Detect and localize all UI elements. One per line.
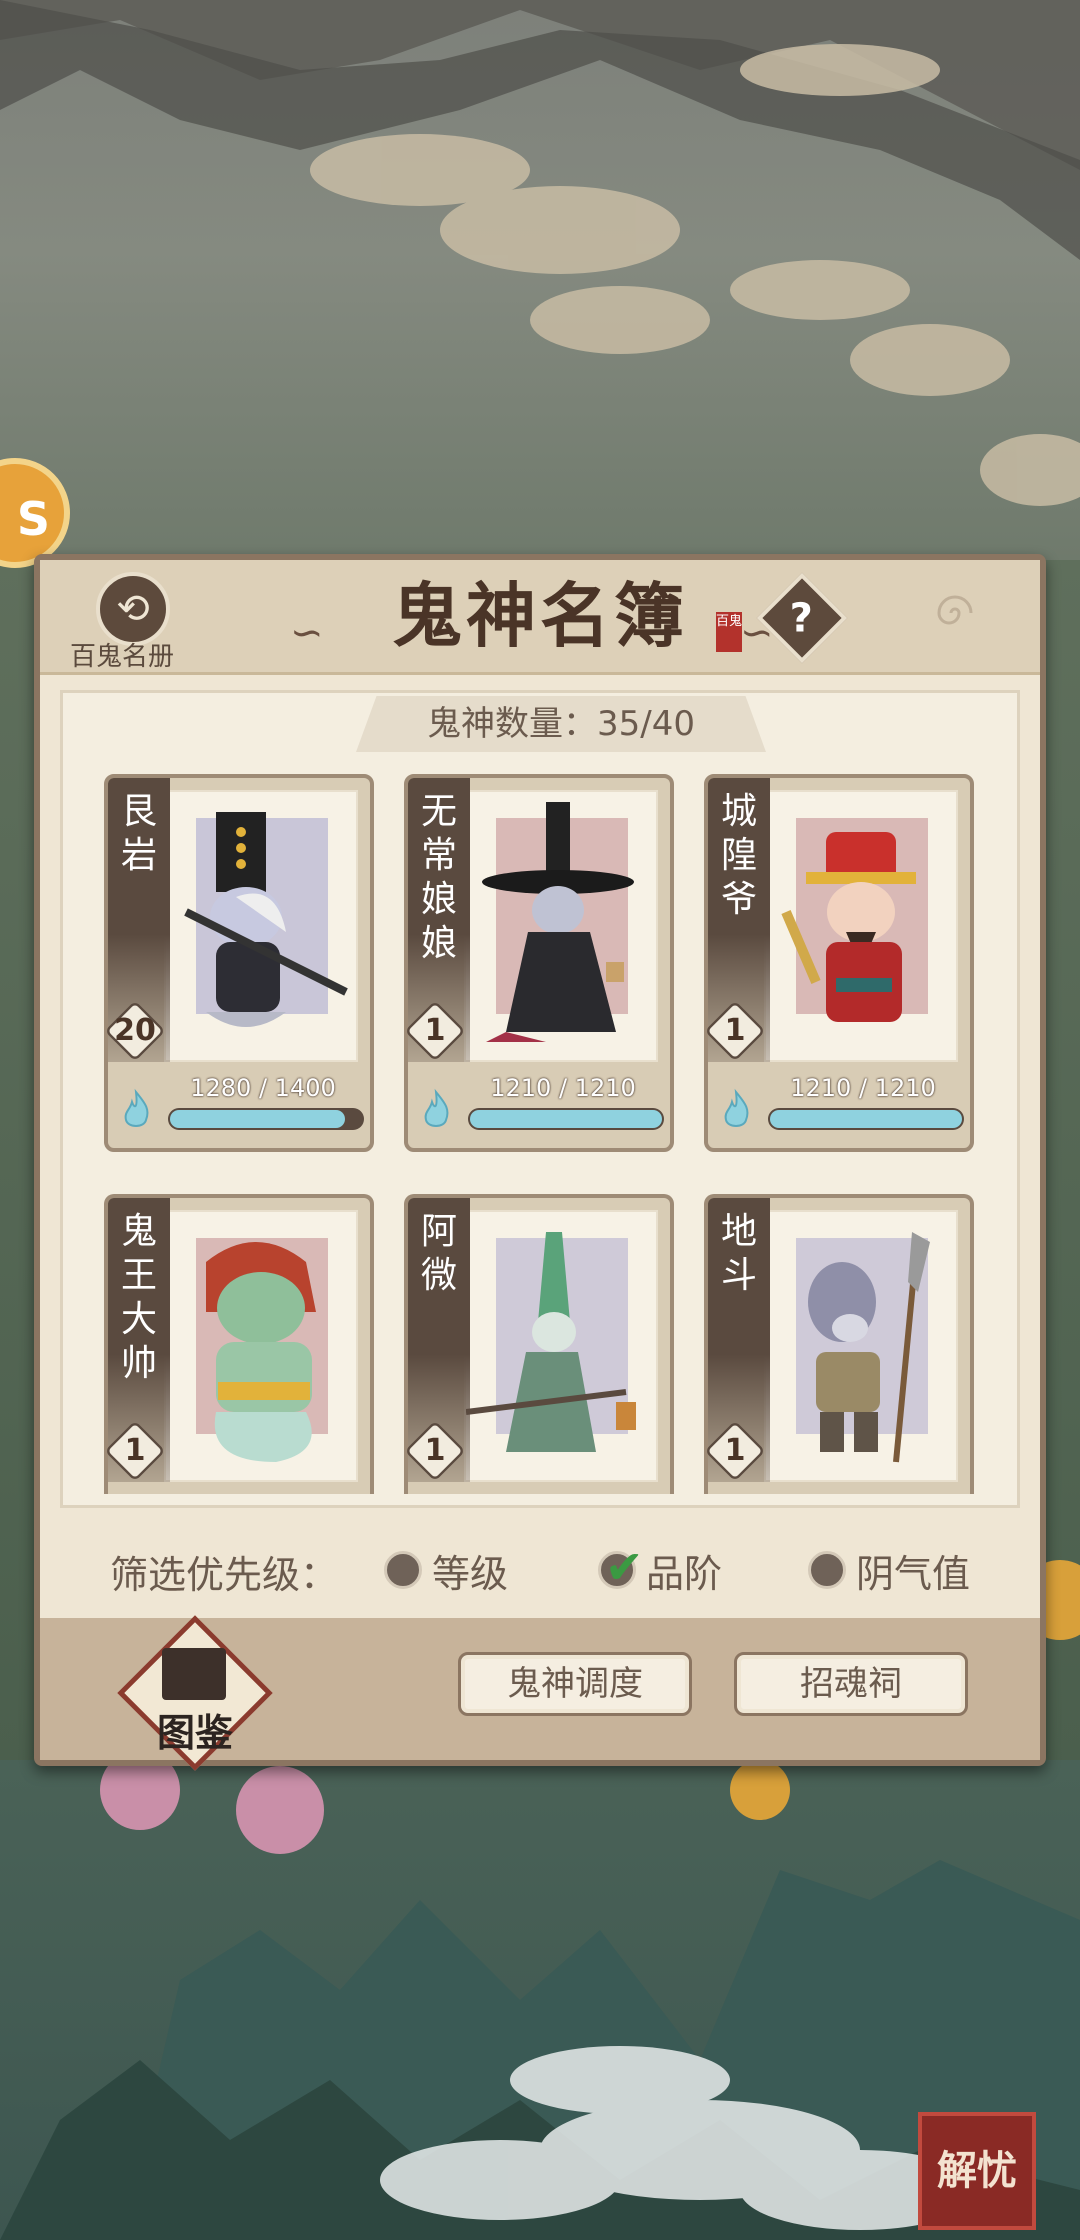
soul-shrine-button[interactable]: 招魂祠: [734, 1652, 968, 1716]
genyan-portrait-icon: [184, 812, 348, 1027]
filter-option-label: 阴气值: [856, 1551, 971, 1596]
yin-flame-icon: [124, 1088, 149, 1127]
ghost-name: 城隍爷: [720, 791, 757, 920]
ghost-name: 无常娘娘: [420, 791, 457, 964]
ghost-card-chenghuangye[interactable]: 城隍爷 1 1210 / 1210: [704, 774, 974, 1152]
filter-label: 筛选优先级：: [110, 1553, 339, 1597]
checkmark-icon: ✔: [605, 1540, 644, 1594]
radio-dot: [808, 1551, 846, 1589]
level-number: 20: [114, 1013, 156, 1048]
portrait-frame: [764, 1210, 958, 1482]
hp-text: 1210 / 1210: [490, 1074, 636, 1102]
back-button-label: 百鬼名册: [70, 642, 175, 672]
portrait-frame: [464, 790, 658, 1062]
ghost-card-awei[interactable]: 阿微 1: [404, 1194, 674, 1494]
atlas-label: 图鉴: [156, 1710, 233, 1755]
filter-option-label: 等级: [432, 1551, 509, 1596]
ghost-name: 艮岩: [120, 791, 157, 876]
hp-text: 1280 / 1400: [190, 1074, 336, 1102]
radio-dot: [384, 1551, 422, 1589]
ghost-name: 阿微: [420, 1211, 457, 1296]
question-icon: ?: [789, 595, 813, 642]
atlas-button[interactable]: 图鉴: [117, 1615, 273, 1771]
filter-option-grade[interactable]: ✔ 品阶: [598, 1540, 722, 1596]
ghost-count: 鬼神数量：35/40: [427, 704, 695, 744]
swirl-back-icon: ⟲: [116, 586, 150, 632]
portrait-frame: [464, 1210, 658, 1482]
ghost-card-didou[interactable]: 地斗 1: [704, 1194, 974, 1494]
spiral-ornament-icon: [937, 595, 973, 625]
hp-fill: [470, 1110, 662, 1128]
ghost-card-genyan[interactable]: 艮岩 20 1280 / 1400: [104, 774, 374, 1152]
panel-header: ⟲ 百鬼名册 ∽ 鬼神名簿 ∽ 百鬼 ?: [40, 560, 1040, 675]
filter-option-level[interactable]: 等级: [384, 1548, 508, 1596]
ghost-name: 鬼王大帅: [120, 1211, 157, 1384]
ghost-roster-panel: ⟲ 百鬼名册 ∽ 鬼神名簿 ∽ 百鬼 ? 鬼神数量：35/40 艮岩 20 12…: [34, 554, 1046, 1771]
yin-flame-icon: [424, 1088, 449, 1127]
wuchang-portrait-icon: [482, 802, 634, 1042]
portrait-frame: [764, 790, 958, 1062]
awei-portrait-icon: [466, 1232, 636, 1452]
yin-flame-icon: [724, 1088, 749, 1127]
hp-bar: [768, 1108, 964, 1130]
portrait-frame: [164, 1210, 358, 1482]
title-seal: 百鬼: [716, 612, 742, 652]
hp-fill: [170, 1110, 346, 1128]
hp-fill: [770, 1110, 962, 1128]
hp-text: 1210 / 1210: [790, 1074, 936, 1102]
hp-bar: [168, 1108, 364, 1130]
flag-icon: [162, 1648, 226, 1700]
ghost-name: 地斗: [720, 1211, 757, 1296]
ghost-card-guiwang-dashuai[interactable]: 鬼王大帅 1: [104, 1194, 374, 1494]
level-number: 1: [724, 1013, 746, 1048]
hp-bar: [468, 1108, 664, 1130]
didou-portrait-icon: [808, 1232, 930, 1463]
chenghuangye-portrait-icon: [781, 832, 916, 1022]
back-button[interactable]: ⟲: [96, 572, 170, 646]
level-number: 1: [124, 1433, 146, 1468]
corner-stamp-button[interactable]: 解忧: [918, 2112, 1036, 2230]
ghost-dispatch-button[interactable]: 鬼神调度: [458, 1652, 692, 1716]
guiwang-portrait-icon: [206, 1242, 316, 1462]
filter-option-yin-energy[interactable]: 阴气值: [808, 1548, 970, 1596]
level-number: 1: [724, 1433, 746, 1468]
filter-option-label: 品阶: [646, 1551, 723, 1596]
ghost-card-wuchang-niangniang[interactable]: 无常娘娘 1 1210 / 1210: [404, 774, 674, 1152]
level-number: 1: [424, 1013, 446, 1048]
radio-dot: ✔: [598, 1540, 644, 1594]
level-number: 1: [424, 1433, 446, 1468]
portrait-frame: [164, 790, 358, 1062]
